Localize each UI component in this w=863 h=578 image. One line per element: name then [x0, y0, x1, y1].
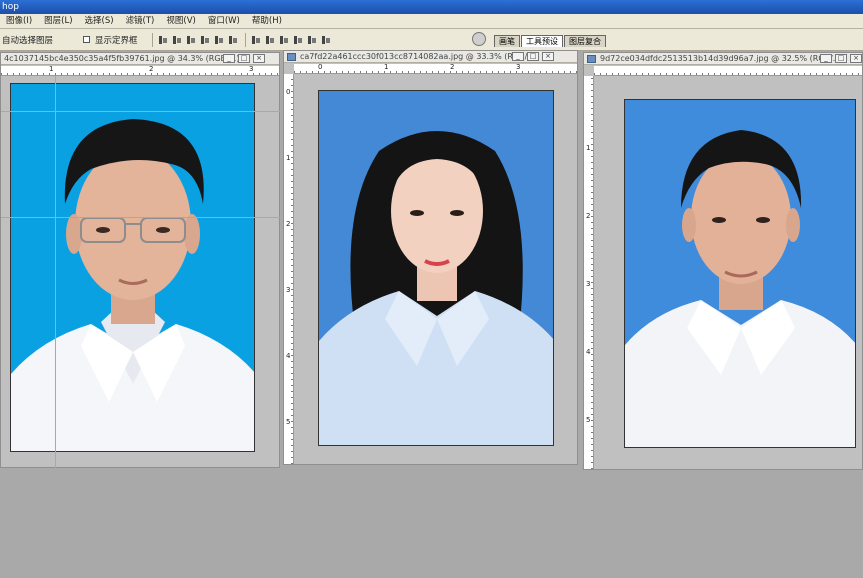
- ruler-mark: 2: [450, 63, 455, 71]
- portrait-image: [11, 84, 254, 451]
- align-buttons: [148, 32, 334, 47]
- portrait-image: [625, 100, 855, 447]
- distribute-hcenter-icon[interactable]: [306, 35, 318, 45]
- portrait-image: [319, 91, 553, 445]
- document-window-1[interactable]: 4c1037145bc4e350c35a4f5fb39761.jpg @ 34.…: [0, 52, 281, 469]
- ruler-mark: 2: [586, 212, 591, 220]
- ruler-mark: 1: [286, 154, 291, 162]
- ruler-mark: 5: [286, 418, 291, 426]
- menu-window[interactable]: 窗口(W): [202, 14, 246, 29]
- align-left-icon[interactable]: [199, 35, 211, 45]
- align-vcenter-icon[interactable]: [171, 35, 183, 45]
- ruler-mark: 3: [286, 286, 291, 294]
- close-button[interactable]: ×: [542, 52, 554, 61]
- ruler-mark: 1: [384, 63, 389, 71]
- distribute-left-icon[interactable]: [292, 35, 304, 45]
- app-title: hop: [2, 2, 19, 12]
- distribute-right-icon[interactable]: [320, 35, 332, 45]
- distribute-bottom-icon[interactable]: [278, 35, 290, 45]
- ruler-mark: 4: [586, 348, 591, 356]
- minimize-button[interactable]: _: [223, 54, 235, 63]
- photo-man: [624, 99, 856, 448]
- menu-select[interactable]: 选择(S): [79, 14, 120, 29]
- menu-layer[interactable]: 图层(L): [38, 14, 78, 29]
- align-hcenter-icon[interactable]: [213, 35, 225, 45]
- align-bottom-icon[interactable]: [185, 35, 197, 45]
- horizontal-ruler: 1 2 3: [1, 65, 279, 76]
- close-button[interactable]: ×: [253, 54, 265, 63]
- maximize-button[interactable]: □: [238, 54, 250, 63]
- distribute-top-icon[interactable]: [250, 35, 262, 45]
- palette-well: 画笔 工具预设 图层复合: [494, 35, 607, 47]
- guide-horizontal[interactable]: [1, 111, 281, 112]
- photo-man-glasses: [10, 83, 255, 452]
- ruler-mark: 1: [49, 65, 54, 73]
- minimize-button[interactable]: _: [512, 52, 524, 61]
- ruler-mark: 0: [318, 63, 323, 71]
- menu-bar: 图像(I) 图层(L) 选择(S) 滤镜(T) 视图(V) 窗口(W) 帮助(H…: [0, 14, 863, 29]
- image-file-icon: [587, 55, 596, 63]
- guide-vertical[interactable]: [55, 76, 56, 469]
- vertical-ruler: 1 2 3 4 5: [584, 76, 594, 469]
- document-window-3[interactable]: 9d72ce034dfdc2513513b14d39d96a7.jpg @ 32…: [583, 52, 863, 470]
- show-bounds-label[interactable]: 显示定界框: [95, 34, 138, 46]
- ruler-mark: 4: [286, 352, 291, 360]
- horizontal-ruler: 0 1 2 3: [294, 63, 577, 74]
- tab-tool-presets[interactable]: 工具预设: [521, 35, 563, 47]
- brush-preset-icon[interactable]: [472, 32, 486, 46]
- align-right-icon[interactable]: [227, 35, 239, 45]
- tab-brushes[interactable]: 画笔: [494, 35, 520, 47]
- menu-view[interactable]: 视图(V): [160, 14, 201, 29]
- show-bounds-checkbox[interactable]: [83, 36, 91, 43]
- app-titlebar: hop: [0, 0, 863, 14]
- ruler-mark: 3: [586, 280, 591, 288]
- ruler-mark: 3: [516, 63, 521, 71]
- menu-help[interactable]: 帮助(H): [246, 14, 288, 29]
- horizontal-ruler: [594, 66, 862, 76]
- vertical-ruler: 0 1 2 3 4 5: [284, 74, 294, 464]
- ruler-mark: 0: [286, 88, 291, 96]
- align-top-icon[interactable]: [157, 35, 169, 45]
- maximize-button[interactable]: □: [835, 54, 847, 63]
- menu-filter[interactable]: 滤镜(T): [120, 14, 161, 29]
- separator: [151, 32, 153, 47]
- distribute-vcenter-icon[interactable]: [264, 35, 276, 45]
- document-window-2[interactable]: ca7fd22a461ccc30f013cc8714082aa.jpg @ 33…: [283, 50, 578, 465]
- ruler-mark: 5: [586, 416, 591, 424]
- ruler-mark: 2: [286, 220, 291, 228]
- ruler-mark: 1: [586, 144, 591, 152]
- auto-select-label[interactable]: 自动选择图层: [2, 34, 53, 46]
- separator: [244, 32, 246, 47]
- menu-image[interactable]: 图像(I): [0, 14, 38, 29]
- ruler-mark: 3: [249, 65, 254, 73]
- close-button[interactable]: ×: [850, 54, 862, 63]
- minimize-button[interactable]: _: [820, 54, 832, 63]
- options-bar: 自动选择图层 显示定界框 画笔 工具预设 图层复合: [0, 29, 863, 80]
- image-file-icon: [287, 53, 296, 61]
- tab-layer-comps[interactable]: 图层复合: [564, 35, 606, 47]
- guide-horizontal[interactable]: [1, 217, 281, 218]
- photo-woman: [318, 90, 554, 446]
- ruler-mark: 2: [149, 65, 154, 73]
- maximize-button[interactable]: □: [527, 52, 539, 61]
